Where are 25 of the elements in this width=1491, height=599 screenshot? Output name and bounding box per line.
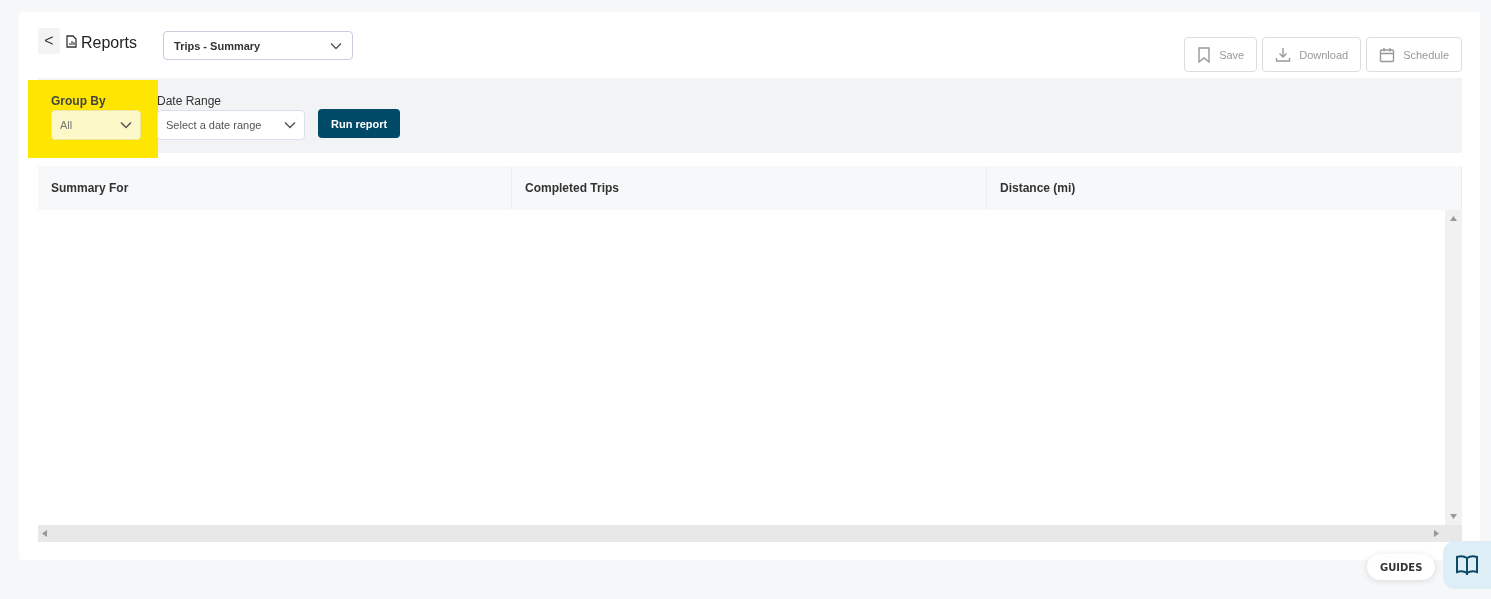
calendar-icon: [1379, 46, 1396, 63]
date-range-dropdown[interactable]: Select a date range: [157, 110, 305, 140]
field-label: Date Range: [157, 94, 223, 108]
horizontal-scrollbar[interactable]: [38, 525, 1462, 542]
chevron-down-icon: [284, 121, 296, 129]
download-icon: [1275, 46, 1292, 63]
chevron-down-icon: [330, 41, 343, 50]
field-label: Group By: [51, 94, 107, 108]
scroll-up-arrow-icon[interactable]: [1450, 216, 1457, 221]
scroll-down-arrow-icon[interactable]: [1450, 514, 1457, 519]
bookmark-icon: [1197, 46, 1212, 63]
run-report-button[interactable]: Run report: [318, 109, 401, 138]
page-title: Reports: [81, 34, 138, 52]
chevron-down-icon: [120, 121, 132, 129]
column-header: Completed Trips: [512, 166, 987, 210]
scroll-left-arrow-icon[interactable]: [42, 530, 47, 537]
guides-button[interactable]: GUIDES: [1367, 554, 1436, 580]
report-dropdown[interactable]: Trips - Summary: [163, 31, 354, 60]
book-icon[interactable]: [1443, 541, 1491, 589]
scroll-right-arrow-icon[interactable]: [1434, 530, 1439, 537]
column-header: Summary For: [38, 166, 512, 210]
vertical-scrollbar[interactable]: [1445, 210, 1462, 525]
back-button[interactable]: <: [38, 28, 60, 54]
group-by-dropdown[interactable]: All: [51, 110, 141, 140]
document-chart-icon: [66, 35, 77, 48]
